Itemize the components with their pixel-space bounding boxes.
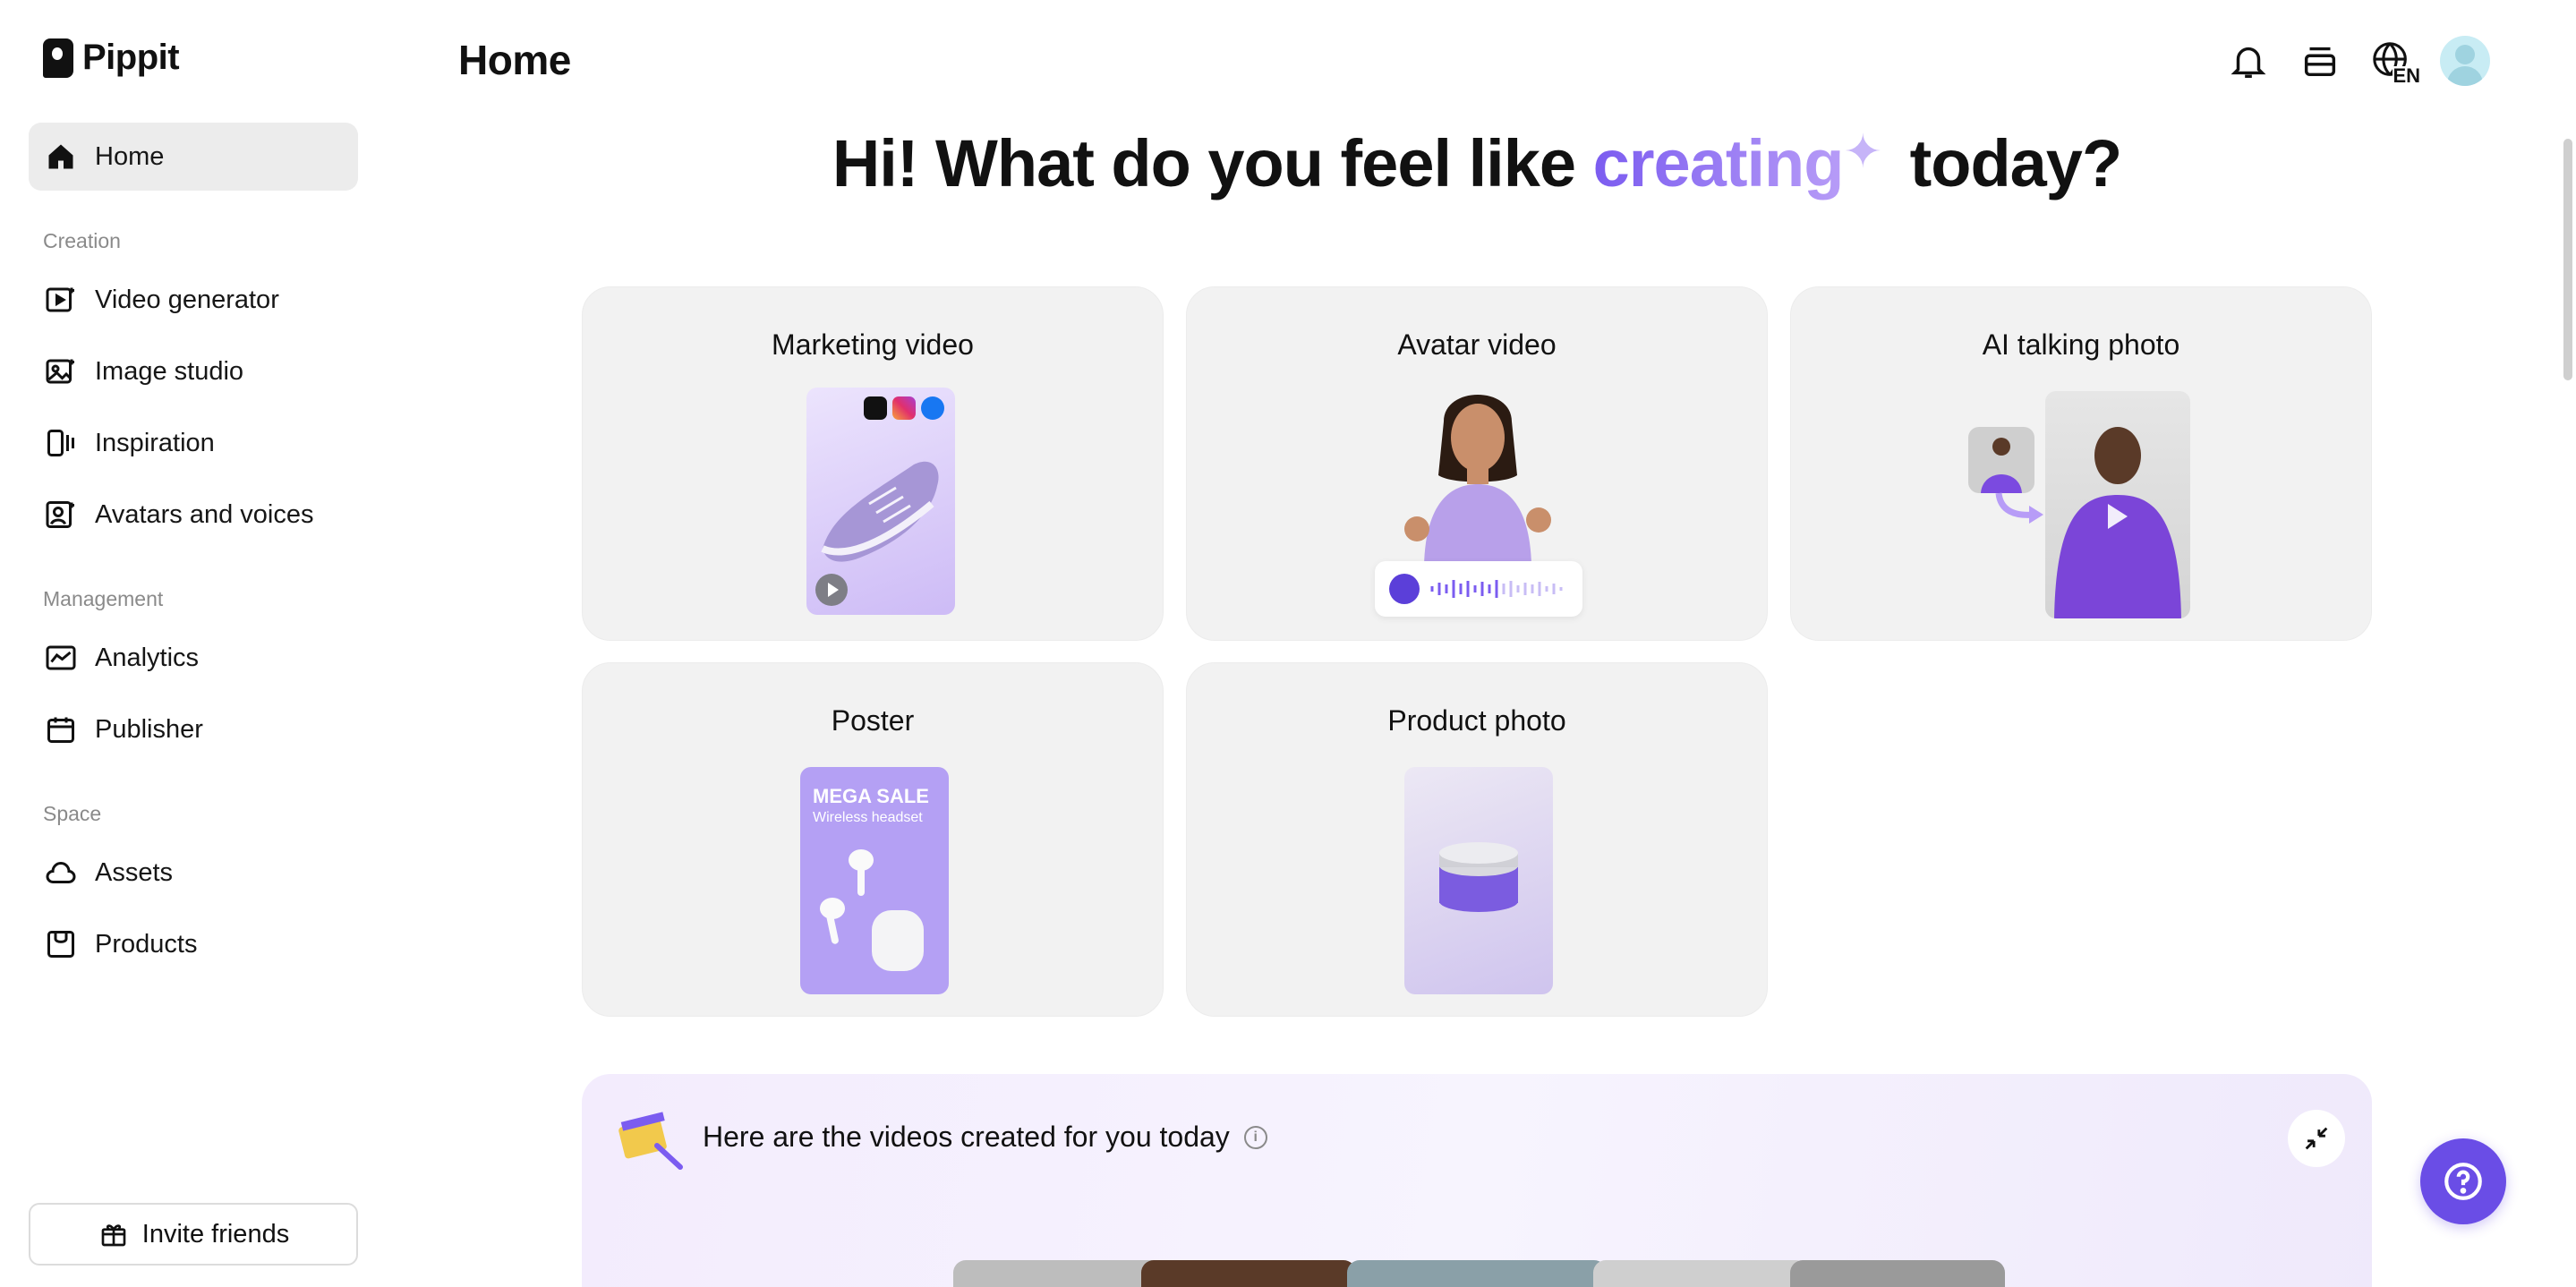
stack-icon [2304,47,2336,77]
card-poster[interactable]: Poster MEGA SALE Wireless headset [582,662,1164,1017]
inspiration-icon [45,427,77,459]
page-title: Home [458,37,571,83]
video-thumbnail[interactable] [1593,1260,1808,1287]
video-thumbnail[interactable] [1347,1260,1607,1287]
collapse-icon [2305,1127,2328,1150]
header-actions: EN [2225,36,2490,86]
card-title: AI talking photo [1982,328,2180,361]
video-thumbnail[interactable] [1141,1260,1356,1287]
sidebar-item-label: Inspiration [95,428,215,457]
sidebar-item-label: Analytics [95,643,200,672]
video-thumbnail[interactable] [953,1260,1168,1287]
sidebar-item-publisher[interactable]: Publisher [29,695,358,763]
sidebar-item-label: Image studio [95,356,244,386]
invite-friends-label: Invite friends [141,1219,290,1249]
credits-button[interactable] [2297,38,2343,84]
video-thumbnail[interactable] [1790,1260,2005,1287]
sidebar-item-label: Publisher [95,714,203,744]
cloud-icon [45,857,77,889]
sidebar-item-label: Assets [95,857,174,887]
logo[interactable]: Pippit [43,38,180,78]
audio-waveform-widget [1375,561,1582,617]
section-label-space: Space [43,802,102,825]
hero-heading: Hi! What do you feel like creating✦ toda… [582,125,2372,201]
avatar[interactable] [2440,36,2490,86]
sidebar-item-label: Video generator [95,285,279,314]
help-button[interactable] [2420,1138,2506,1224]
card-title: Product photo [1387,704,1566,737]
marketing-video-thumbnail [806,388,955,615]
image-plus-icon [45,355,77,388]
home-icon [45,141,77,173]
section-label-creation: Creation [43,229,121,252]
daily-videos-panel: Here are the videos created for you toda… [582,1074,2372,1287]
small-person-image [1981,438,2022,493]
sidebar-item-label: Home [95,141,165,171]
scrollbar[interactable] [2563,139,2572,380]
language-code: EN [2393,64,2420,87]
logo-text: Pippit [82,38,180,77]
card-marketing-video[interactable]: Marketing video [582,286,1164,641]
product-photo-thumbnail [1404,767,1553,994]
talking-person-image [2054,427,2181,618]
waveform-icon [1430,580,1563,598]
hero-prefix: Hi! What do you feel like [832,126,1593,200]
sidebar-item-avatars-and-voices[interactable]: Avatars and voices [29,481,358,549]
play-icon [1389,574,1420,604]
sidebar-item-video-generator[interactable]: Video generator [29,266,358,334]
gift-icon [98,1218,130,1250]
help-icon [2444,1163,2482,1200]
card-title: Avatar video [1397,328,1557,361]
sidebar-item-assets[interactable]: Assets [29,839,358,907]
card-ai-talking-photo[interactable]: AI talking photo [1790,286,2372,641]
source-photo-thumbnail [1968,427,2034,493]
invite-friends-button[interactable]: Invite friends [29,1203,358,1266]
sidebar-item-label: Products [95,929,198,959]
product-icon [45,928,77,960]
sidebar-item-products[interactable]: Products [29,910,358,978]
card-product-photo[interactable]: Product photo [1186,662,1768,1017]
panel-title-text: Here are the videos created for you toda… [703,1121,1230,1153]
section-label-management: Management [43,587,164,610]
logo-mark-icon [43,38,73,78]
sidebar: Pippit Home Creation Video generator Ima… [0,0,387,1287]
sparkle-icon: ✦ [1843,126,1882,178]
hero-suffix: today? [1892,126,2123,200]
sidebar-item-image-studio[interactable]: Image studio [29,337,358,405]
notifications-button[interactable] [2225,38,2272,84]
play-icon [815,574,848,606]
arrow-icon [1995,492,2043,524]
bell-icon [2231,47,2266,78]
sidebar-item-label: Avatars and voices [95,499,314,529]
info-icon[interactable]: i [1243,1125,1267,1149]
sidebar-item-inspiration[interactable]: Inspiration [29,409,358,477]
collapse-button[interactable] [2288,1110,2345,1167]
card-title: Poster [831,704,915,737]
video-plus-icon [45,284,77,316]
language-button[interactable]: EN [2368,38,2420,86]
analytics-icon [45,642,77,674]
avatar-icon [45,499,77,531]
poster-thumbnail: MEGA SALE Wireless headset [800,767,949,994]
calendar-icon [45,713,77,746]
panel-title: Here are the videos created for you toda… [703,1121,1267,1154]
talking-photo-thumbnail [2045,391,2190,618]
card-title: Marketing video [772,328,974,361]
sidebar-item-analytics[interactable]: Analytics [29,624,358,692]
cream-jar-image [1439,842,1518,912]
hero-accent: creating [1592,126,1845,200]
sidebar-item-home[interactable]: Home [29,123,358,191]
clapperboard-icon [618,1112,683,1170]
earbuds-image [820,849,924,971]
card-avatar-video[interactable]: Avatar video [1186,286,1768,641]
